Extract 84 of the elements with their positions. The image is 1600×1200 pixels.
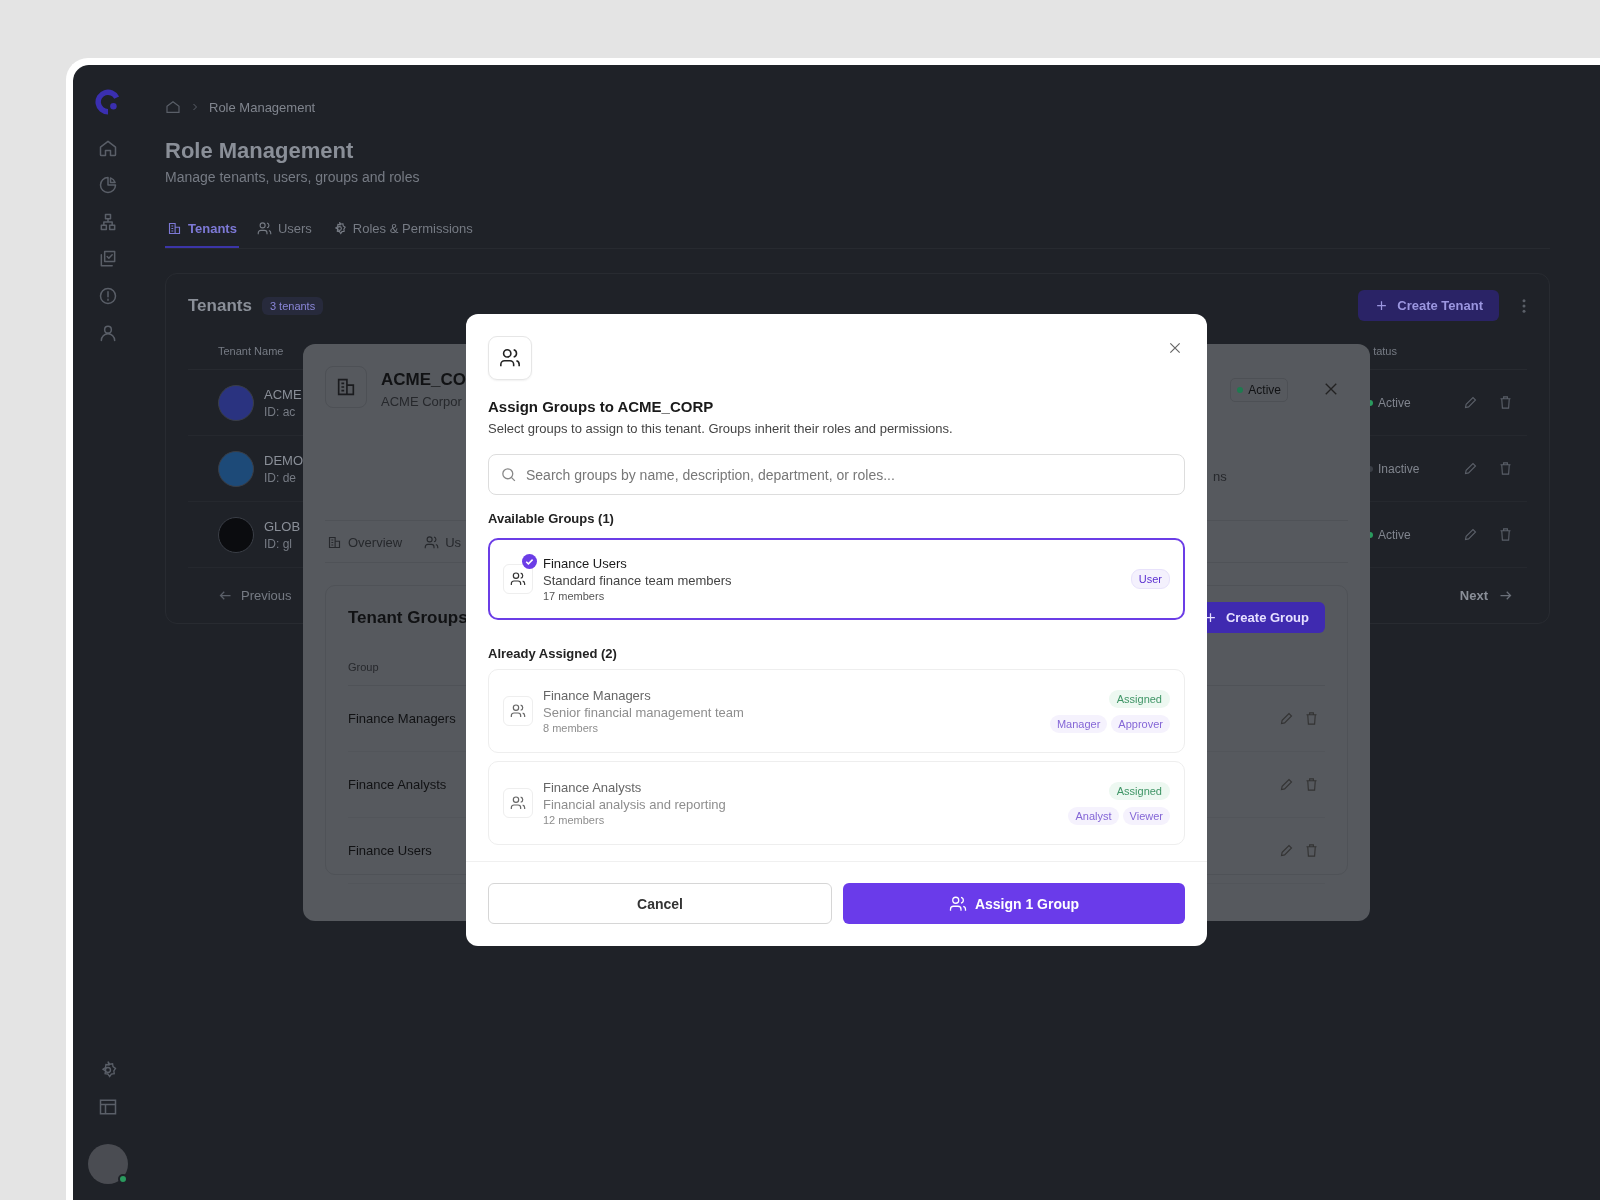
- hierarchy-icon[interactable]: [98, 212, 118, 232]
- home-icon[interactable]: [165, 99, 181, 115]
- tenant-name: GLOB: [264, 518, 301, 534]
- card-title: Tenants: [188, 295, 252, 316]
- group-name: Finance Managers: [348, 711, 456, 726]
- tenant-count-badge: 3 tenants: [261, 296, 324, 315]
- member-count: 12 members: [543, 814, 606, 826]
- tab[interactable]: Roles & Permissions: [329, 213, 475, 248]
- section-heading: Available Groups (1): [488, 511, 615, 526]
- building-icon: [325, 366, 367, 408]
- column-header[interactable]: Tenant Name: [218, 345, 284, 357]
- edit-icon[interactable]: [1463, 527, 1478, 542]
- user-icon[interactable]: [98, 323, 118, 343]
- online-status-icon: [118, 1174, 128, 1184]
- member-count: 17 members: [543, 590, 606, 602]
- group-description: Financial analysis and reporting: [543, 797, 726, 812]
- delete-icon[interactable]: [1304, 777, 1319, 792]
- pie-chart-icon[interactable]: [98, 175, 118, 195]
- users-icon: [503, 696, 533, 726]
- tenant-id: ID: gl: [264, 536, 293, 551]
- delete-icon[interactable]: [1498, 395, 1513, 410]
- users-icon: [948, 894, 967, 913]
- next-link[interactable]: Next: [1459, 588, 1488, 603]
- group-name: Finance Managers: [543, 688, 652, 703]
- role-tag: Approver: [1111, 714, 1170, 733]
- tenant-name: ACME: [264, 386, 302, 402]
- tenant-id: ID: ac: [264, 404, 297, 419]
- user-avatar[interactable]: [88, 1144, 128, 1184]
- group-name: Finance Users: [543, 556, 628, 571]
- home-icon[interactable]: [98, 138, 118, 158]
- users-icon: [488, 336, 532, 380]
- assigned-badge: Assigned: [1108, 689, 1170, 708]
- edit-icon[interactable]: [1463, 395, 1478, 410]
- users-icon: [503, 788, 533, 818]
- building-icon: [327, 535, 342, 550]
- edit-icon[interactable]: [1279, 777, 1294, 792]
- delete-icon[interactable]: [1304, 711, 1319, 726]
- tenant-name: DEMO: [264, 452, 303, 468]
- assign-button[interactable]: Assign 1 Group: [843, 883, 1185, 924]
- create-tenant-button[interactable]: Create Tenant: [1358, 290, 1499, 321]
- card-title: Tenant Groups: [348, 607, 468, 628]
- breadcrumb-current: Role Management: [209, 99, 316, 115]
- layout-icon[interactable]: [98, 1097, 118, 1117]
- group-name: Finance Analysts: [348, 777, 447, 792]
- role-tag: Manager: [1049, 714, 1108, 733]
- role-tag: User: [1130, 569, 1170, 589]
- section-heading: Already Assigned (2): [488, 646, 618, 661]
- tab[interactable]: Users: [254, 213, 314, 248]
- delete-icon[interactable]: [1304, 843, 1319, 858]
- checklist-icon[interactable]: [98, 249, 118, 269]
- tenant-name: ACME_CO: [381, 370, 466, 390]
- page-subtitle: Manage tenants, users, groups and roles: [165, 169, 421, 185]
- page-title: Role Management: [165, 137, 355, 165]
- assigned-badge: Assigned: [1108, 781, 1170, 800]
- logo-icon: [95, 89, 121, 115]
- building-icon: [167, 221, 182, 236]
- delete-icon[interactable]: [1498, 461, 1513, 476]
- dialog-title: Assign Groups to ACME_CORP: [488, 398, 715, 415]
- group-option[interactable]: Finance Users Standard finance team members 17 members User: [488, 538, 1185, 620]
- role-tag: Analyst: [1068, 806, 1119, 825]
- dialog-description: Select groups to assign to this tenant. Groups inherit their roles and permissions.: [488, 421, 954, 436]
- delete-icon[interactable]: [1498, 527, 1513, 542]
- group-name: Finance Users: [348, 843, 432, 858]
- edit-icon[interactable]: [1463, 461, 1478, 476]
- close-icon[interactable]: [1167, 340, 1183, 356]
- group-name: Finance Analysts: [543, 780, 643, 795]
- column-header[interactable]: tatus: [1373, 345, 1397, 357]
- check-icon: [522, 554, 537, 569]
- users-icon: [256, 221, 272, 236]
- alert-icon[interactable]: [98, 286, 118, 306]
- member-count: 8 members: [543, 722, 600, 734]
- users-icon: [424, 535, 440, 550]
- status-badge: Active: [1230, 378, 1288, 402]
- previous-link[interactable]: Previous: [241, 588, 292, 603]
- search-field[interactable]: Search groups by name, description, department, or roles...: [488, 454, 1185, 495]
- edit-icon[interactable]: [1279, 843, 1294, 858]
- cancel-button[interactable]: Cancel: [488, 883, 832, 924]
- tenant-id: ID: de: [264, 470, 297, 485]
- group-description: Standard finance team members: [543, 573, 732, 588]
- more-icon[interactable]: [1521, 296, 1527, 315]
- tab[interactable]: Tenants: [165, 213, 239, 248]
- group-description: Senior financial management team: [543, 705, 744, 720]
- edit-icon[interactable]: [1279, 711, 1294, 726]
- role-tag: Viewer: [1122, 806, 1170, 825]
